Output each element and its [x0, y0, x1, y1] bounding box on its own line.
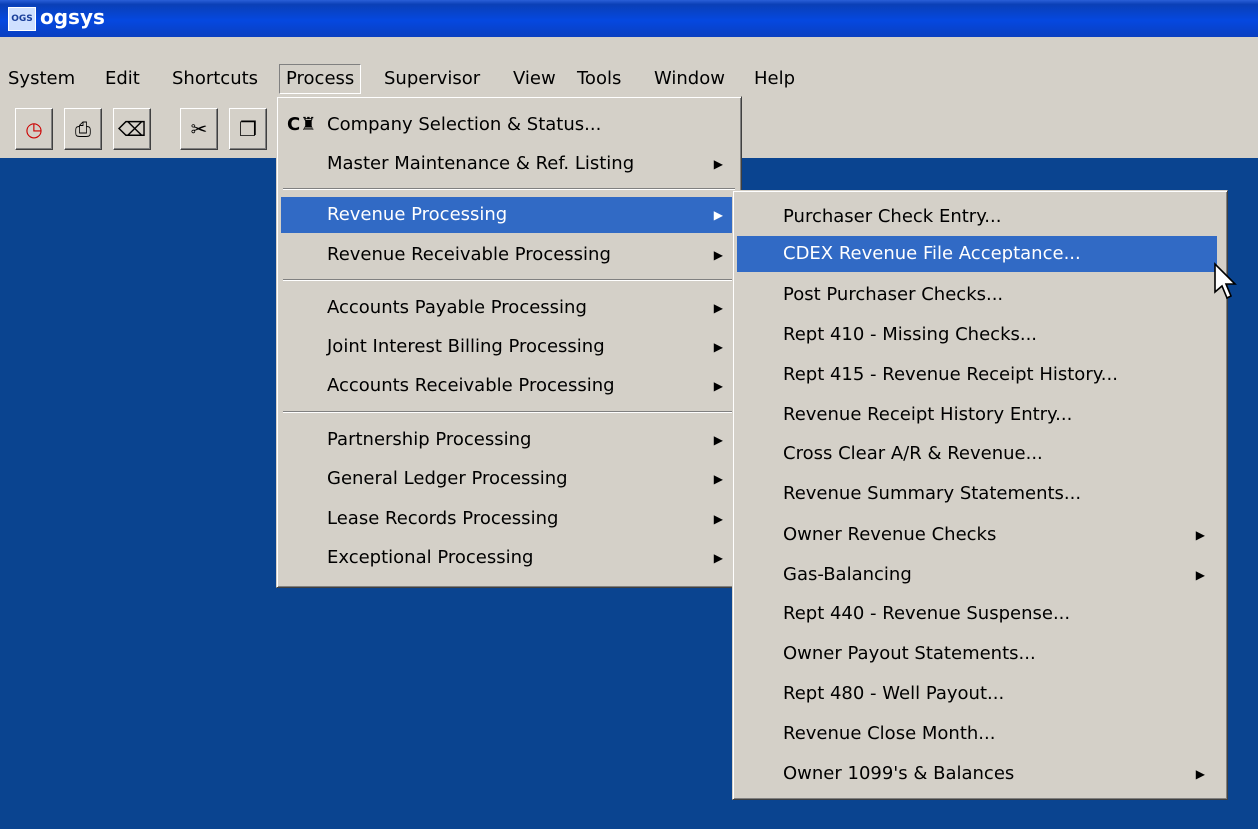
submenu-item-label: Revenue Summary Statements...: [783, 483, 1082, 504]
submenu-item-rept-440[interactable]: Rept 440 - Revenue Suspense...: [737, 596, 1223, 632]
menu-item-label: Revenue Processing: [327, 204, 508, 225]
menu-item-accounts-receivable[interactable]: Accounts Receivable Processing ▶: [281, 368, 737, 404]
menu-item-label: Lease Records Processing: [327, 508, 559, 529]
menu-item-revenue-processing[interactable]: Revenue Processing ▶: [281, 197, 737, 233]
menu-shortcuts[interactable]: Shortcuts: [166, 64, 264, 94]
process-menu: C♜ Company Selection & Status... Master …: [276, 96, 742, 588]
submenu-arrow-icon: ▶: [713, 379, 723, 393]
menu-view[interactable]: View: [507, 64, 562, 94]
menu-system[interactable]: System: [2, 64, 81, 94]
submenu-item-label: Purchaser Check Entry...: [783, 206, 1002, 227]
menu-item-label: Revenue Receivable Processing: [327, 244, 611, 265]
menu-item-lease-records[interactable]: Lease Records Processing ▶: [281, 501, 737, 537]
submenu-item-label: Rept 415 - Revenue Receipt History...: [783, 364, 1118, 385]
menu-supervisor[interactable]: Supervisor: [378, 64, 486, 94]
menu-item-partnership[interactable]: Partnership Processing ▶: [281, 422, 737, 458]
submenu-item-label: Owner Revenue Checks: [783, 524, 997, 545]
cut-icon[interactable]: ✂: [180, 108, 218, 150]
menu-item-joint-interest-billing[interactable]: Joint Interest Billing Processing ▶: [281, 329, 737, 365]
menu-item-general-ledger[interactable]: General Ledger Processing ▶: [281, 461, 737, 497]
copy-icon[interactable]: ❐: [229, 108, 267, 150]
eraser-icon[interactable]: ⌫: [113, 108, 151, 150]
submenu-item-cdex-revenue-file[interactable]: CDEX Revenue File Acceptance...: [737, 236, 1217, 272]
menu-item-label: Company Selection & Status...: [327, 114, 602, 135]
submenu-item-rept-480[interactable]: Rept 480 - Well Payout...: [737, 676, 1223, 712]
submenu-item-cross-clear[interactable]: Cross Clear A/R & Revenue...: [737, 436, 1223, 472]
submenu-item-label: Gas-Balancing: [783, 564, 912, 585]
submenu-arrow-icon: ▶: [713, 301, 723, 315]
app-icon[interactable]: OGS: [8, 7, 36, 31]
revenue-submenu: Purchaser Check Entry... CDEX Revenue Fi…: [732, 190, 1228, 800]
submenu-item-label: Cross Clear A/R & Revenue...: [783, 443, 1043, 464]
menu-item-label: General Ledger Processing: [327, 468, 568, 489]
submenu-item-label: Revenue Close Month...: [783, 723, 996, 744]
submenu-item-rept-415[interactable]: Rept 415 - Revenue Receipt History...: [737, 357, 1223, 393]
menu-tools[interactable]: Tools: [571, 64, 627, 94]
menu-edit[interactable]: Edit: [99, 64, 146, 94]
submenu-item-post-purchaser-checks[interactable]: Post Purchaser Checks...: [737, 277, 1223, 313]
submenu-item-label: Rept 440 - Revenue Suspense...: [783, 603, 1071, 624]
menu-window[interactable]: Window: [648, 64, 731, 94]
submenu-item-label: Owner 1099's & Balances: [783, 763, 1015, 784]
title-bar: OGS ogsys: [0, 0, 1258, 37]
calendar-clock-icon[interactable]: ◷: [15, 108, 53, 150]
submenu-item-owner-1099[interactable]: Owner 1099's & Balances ▶: [737, 756, 1223, 792]
separator: [283, 279, 735, 281]
submenu-item-rept-410[interactable]: Rept 410 - Missing Checks...: [737, 317, 1223, 353]
mouse-pointer-icon: [1214, 262, 1237, 300]
separator: [283, 411, 735, 413]
submenu-item-revenue-close-month[interactable]: Revenue Close Month...: [737, 716, 1223, 752]
menu-item-accounts-payable[interactable]: Accounts Payable Processing ▶: [281, 290, 737, 326]
menu-item-label: Accounts Receivable Processing: [327, 375, 615, 396]
menu-help[interactable]: Help: [748, 64, 801, 94]
menu-item-revenue-receivable[interactable]: Revenue Receivable Processing ▶: [281, 237, 737, 273]
menu-item-label: Accounts Payable Processing: [327, 297, 587, 318]
submenu-arrow-icon: ▶: [713, 208, 723, 222]
submenu-item-label: Rept 410 - Missing Checks...: [783, 324, 1038, 345]
submenu-arrow-icon: ▶: [713, 340, 723, 354]
menu-item-exceptional[interactable]: Exceptional Processing ▶: [281, 540, 737, 576]
submenu-arrow-icon: ▶: [713, 433, 723, 447]
menu-process[interactable]: Process: [279, 64, 362, 94]
submenu-item-label: CDEX Revenue File Acceptance...: [783, 243, 1081, 264]
print-icon[interactable]: ⎙: [64, 108, 102, 150]
submenu-item-revenue-summary-statements[interactable]: Revenue Summary Statements...: [737, 476, 1223, 512]
submenu-item-label: Rept 480 - Well Payout...: [783, 683, 1005, 704]
menu-item-label: Exceptional Processing: [327, 547, 534, 568]
submenu-item-revenue-receipt-history-entry[interactable]: Revenue Receipt History Entry...: [737, 397, 1223, 433]
submenu-arrow-icon: ▶: [713, 157, 723, 171]
submenu-item-purchaser-check-entry[interactable]: Purchaser Check Entry...: [737, 199, 1223, 235]
menu-item-label: Partnership Processing: [327, 429, 532, 450]
submenu-item-label: Revenue Receipt History Entry...: [783, 404, 1073, 425]
submenu-arrow-icon: ▶: [713, 551, 723, 565]
submenu-item-label: Post Purchaser Checks...: [783, 284, 1004, 305]
submenu-arrow-icon: ▶: [1195, 767, 1205, 781]
submenu-item-gas-balancing[interactable]: Gas-Balancing ▶: [737, 557, 1223, 593]
menu-item-label: Master Maintenance & Ref. Listing: [327, 153, 635, 174]
submenu-item-label: Owner Payout Statements...: [783, 643, 1036, 664]
menu-item-company-selection[interactable]: C♜ Company Selection & Status...: [281, 107, 737, 143]
submenu-arrow-icon: ▶: [713, 472, 723, 486]
submenu-arrow-icon: ▶: [713, 512, 723, 526]
menu-item-label: Joint Interest Billing Processing: [327, 336, 605, 357]
menu-item-master-maintenance[interactable]: Master Maintenance & Ref. Listing ▶: [281, 146, 737, 182]
submenu-arrow-icon: ▶: [713, 248, 723, 262]
submenu-arrow-icon: ▶: [1195, 568, 1205, 582]
separator: [283, 188, 735, 190]
company-icon: C♜: [287, 114, 317, 135]
window-title: ogsys: [40, 5, 105, 29]
submenu-arrow-icon: ▶: [1195, 528, 1205, 542]
submenu-item-owner-revenue-checks[interactable]: Owner Revenue Checks ▶: [737, 517, 1223, 553]
submenu-item-owner-payout-statements[interactable]: Owner Payout Statements...: [737, 636, 1223, 672]
